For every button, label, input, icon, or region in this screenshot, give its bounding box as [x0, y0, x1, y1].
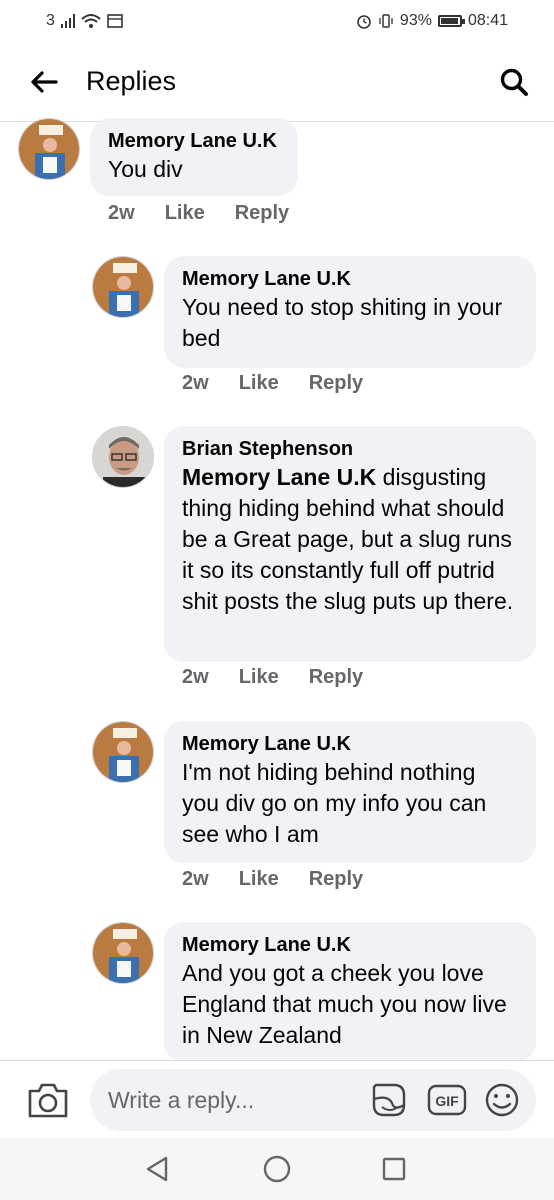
search-button[interactable] [484, 52, 544, 112]
sticker-button[interactable] [370, 1081, 410, 1119]
comment-time: 2w [182, 868, 209, 890]
emoji-button[interactable] [482, 1081, 522, 1119]
battery-percent: 93% [399, 12, 432, 29]
comment-time: 2w [108, 202, 135, 224]
gif-button[interactable]: GIF [426, 1081, 468, 1119]
camera-button[interactable] [26, 1080, 70, 1120]
search-icon [500, 68, 528, 96]
profile-photo-icon [93, 257, 153, 317]
reply-input[interactable] [90, 1069, 536, 1131]
wifi-icon [81, 14, 101, 28]
reply-button[interactable]: Reply [309, 372, 363, 395]
system-nav-bar [0, 1138, 554, 1200]
alarm-icon [357, 15, 371, 29]
emoji-icon [485, 1083, 519, 1117]
comment-actions: 2w Like Reply [182, 372, 363, 395]
reply-button[interactable]: Reply [309, 666, 363, 689]
header: Replies [0, 42, 554, 122]
comment-bubble: Memory Lane U.K You need to stop shiting… [164, 256, 536, 368]
back-button[interactable] [14, 52, 74, 112]
comment-text: You div [108, 156, 183, 182]
comment-actions: 2w Like Reply [108, 202, 289, 225]
status-bar: 3 93% 08:41 [0, 0, 554, 42]
sticker-icon [372, 1083, 406, 1117]
comment-text: And you got a cheek you love England tha… [182, 960, 507, 1048]
avatar[interactable] [92, 922, 154, 984]
comment-time: 2w [182, 666, 209, 688]
data-saver-icon [107, 14, 123, 28]
vibrate-icon [379, 14, 393, 28]
gif-icon: GIF [427, 1084, 467, 1116]
status-left: 3 [46, 12, 123, 30]
square-recents-icon [382, 1157, 406, 1181]
reply-button[interactable]: Reply [309, 868, 363, 891]
comment-actions: 2w Like Reply [182, 868, 363, 891]
circle-home-icon [263, 1155, 291, 1183]
avatar[interactable] [18, 118, 80, 180]
profile-photo-icon [93, 722, 153, 782]
battery-icon [437, 15, 465, 27]
nav-back-button[interactable] [142, 1153, 174, 1185]
avatar[interactable] [92, 256, 154, 318]
comment-text: I'm not hiding behind nothing you div go… [182, 759, 487, 847]
nav-recents-button[interactable] [378, 1153, 410, 1185]
comment-bubble: Memory Lane U.K You div [90, 118, 298, 196]
comment-bubble: Brian Stephenson Memory Lane U.K disgust… [164, 426, 536, 662]
comment-author[interactable]: Memory Lane U.K [182, 266, 518, 292]
comment-time: 2w [182, 372, 209, 394]
signal-icon [60, 14, 75, 28]
profile-photo-icon [93, 923, 153, 983]
profile-photo-icon [93, 427, 153, 487]
mention-link[interactable]: Memory Lane U.K [182, 464, 376, 490]
back-arrow-icon [31, 70, 58, 93]
profile-photo-icon [19, 119, 79, 179]
comment-bubble: Memory Lane U.K I'm not hiding behind no… [164, 721, 536, 863]
sim-indicator: 3 [46, 12, 55, 29]
camera-icon [28, 1083, 68, 1118]
like-button[interactable]: Like [239, 666, 279, 689]
avatar[interactable] [92, 721, 154, 783]
reply-composer: GIF [0, 1060, 554, 1138]
comment-text: Memory Lane U.K disgusting thing hiding … [182, 462, 518, 617]
like-button[interactable]: Like [239, 868, 279, 891]
like-button[interactable]: Like [165, 202, 205, 225]
avatar[interactable] [92, 426, 154, 488]
comment-actions: 2w Like Reply [182, 666, 363, 689]
gif-label: GIF [435, 1093, 459, 1109]
comment-author[interactable]: Memory Lane U.K [108, 128, 280, 154]
comment-author[interactable]: Memory Lane U.K [182, 731, 518, 757]
comment-text: You need to stop shiting in your bed [182, 294, 503, 351]
page-title: Replies [86, 66, 177, 96]
comment-author[interactable]: Brian Stephenson [182, 436, 518, 462]
comment-author[interactable]: Memory Lane U.K [182, 932, 518, 958]
triangle-back-icon [146, 1156, 168, 1182]
like-button[interactable]: Like [239, 372, 279, 395]
nav-home-button[interactable] [261, 1153, 293, 1185]
comment-bubble: Memory Lane U.K And you got a cheek you … [164, 922, 536, 1062]
clock: 08:41 [467, 12, 508, 29]
status-right: 93% 08:41 [356, 12, 508, 30]
reply-button[interactable]: Reply [235, 202, 289, 225]
